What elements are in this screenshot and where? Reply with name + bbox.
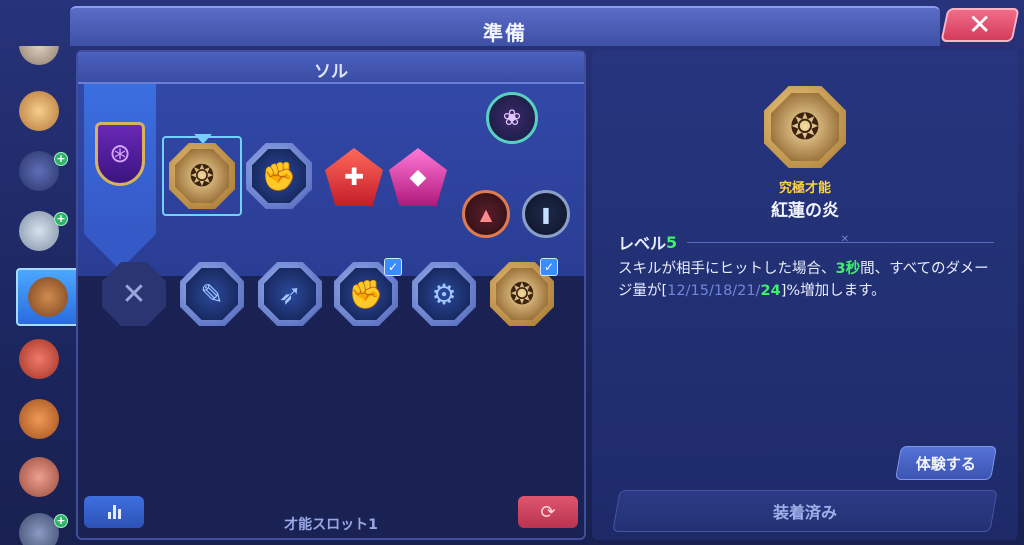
stats-button[interactable] bbox=[84, 496, 144, 528]
red-gem-icon: ✚ bbox=[343, 163, 365, 191]
talent-icon: ✊ bbox=[340, 268, 392, 320]
inventory-talent[interactable]: ⚙ 1 bbox=[412, 262, 476, 326]
upgrade-badge: + bbox=[54, 152, 68, 166]
talent-level: 5 bbox=[547, 309, 560, 330]
hero-avatar[interactable] bbox=[14, 334, 64, 384]
talent-detail-icon: ❂ bbox=[764, 86, 846, 168]
talent-level: 1 bbox=[469, 309, 482, 330]
inventory-talent[interactable]: ✎ 1 bbox=[180, 262, 244, 326]
hero-avatar[interactable]: + bbox=[14, 206, 68, 256]
pink-gem-icon: ◆ bbox=[409, 164, 427, 190]
equipped-button[interactable]: 装着済み bbox=[612, 490, 998, 532]
level-value: 5 bbox=[666, 232, 678, 252]
hero-name-header: ソル bbox=[78, 52, 584, 84]
talent-icon: ✎ bbox=[186, 268, 238, 320]
checked-icon: ✓ bbox=[384, 258, 402, 276]
unequip-button[interactable]: ✕ bbox=[102, 262, 166, 326]
level-row: レベル 5 bbox=[618, 232, 994, 253]
equipped-fist-talent[interactable]: ✊ 5 bbox=[246, 143, 312, 209]
bar-chart-icon bbox=[107, 505, 121, 519]
talent-level: 1 bbox=[315, 309, 328, 330]
talent-detail-panel: ❂ 究極才能 紅蓮の炎 レベル 5 スキルが相手にヒットした場合、3秒間、すべて… bbox=[592, 50, 1018, 540]
hero-avatar[interactable] bbox=[14, 46, 64, 70]
talent-rarity: 究極才能 bbox=[778, 181, 831, 196]
talent-level: 5 bbox=[376, 189, 389, 210]
equipped-red-gem[interactable]: ✚ 5 bbox=[325, 148, 383, 206]
hero-avatar-selected[interactable] bbox=[16, 268, 76, 326]
talent-level: 5 bbox=[305, 192, 318, 213]
refresh-icon: ⟳ bbox=[540, 501, 556, 523]
lotus-rune-icon[interactable]: ❀ bbox=[486, 92, 538, 144]
talent-loadout-panel: ソル ⊛ ❂ 5 ✊ 5 ✚ 5 ◆ 5 ❀ ▲ ❚ ✕ ✎ 1 ➶ 1 ✊ 5… bbox=[76, 50, 586, 540]
checked-icon: ✓ bbox=[540, 258, 558, 276]
talent-level: 1 bbox=[237, 309, 250, 330]
equipped-talents: ⊛ ❂ 5 ✊ 5 ✚ 5 ◆ 5 ❀ ▲ ❚ bbox=[78, 84, 584, 276]
core-slot[interactable]: ⊛ bbox=[84, 84, 156, 270]
talent-icon: ❂ bbox=[496, 268, 548, 320]
hero-avatar[interactable] bbox=[14, 394, 64, 444]
try-button[interactable]: 体験する bbox=[895, 446, 997, 480]
talent-level: 5 bbox=[391, 309, 404, 330]
talent-level: 5 bbox=[440, 189, 453, 210]
fire-talent-icon: ❂ bbox=[771, 93, 839, 161]
upgrade-badge: + bbox=[54, 514, 68, 528]
hero-name: ソル bbox=[314, 62, 348, 82]
fire-talent-icon: ❂ bbox=[175, 149, 229, 203]
page-title: 準備 bbox=[483, 21, 527, 45]
talent-icon: ➶ bbox=[264, 268, 316, 320]
slot-label: 才能スロット1 bbox=[284, 517, 378, 533]
talent-name: 紅蓮の炎 bbox=[771, 201, 839, 221]
remove-icon: ✕ bbox=[121, 276, 147, 312]
hero-avatar[interactable] bbox=[14, 452, 64, 502]
triangle-rune-icon[interactable]: ▲ bbox=[462, 190, 510, 238]
talent-description: スキルが相手にヒットした場合、3秒間、すべてのダメージ量が[12/15/18/2… bbox=[618, 261, 989, 299]
divider bbox=[687, 234, 994, 245]
inventory-talent[interactable]: ➶ 1 bbox=[258, 262, 322, 326]
title-bar: 準備 bbox=[70, 6, 940, 46]
hero-avatar[interactable] bbox=[14, 86, 64, 136]
emblem-shield-icon: ⊛ bbox=[95, 122, 145, 186]
hero-rail[interactable]: + + + bbox=[6, 46, 76, 545]
upgrade-badge: + bbox=[54, 212, 68, 226]
wing-rune-icon[interactable]: ❚ bbox=[522, 190, 570, 238]
fist-talent-icon: ✊ bbox=[252, 149, 306, 203]
close-icon: ✕ bbox=[968, 8, 992, 41]
hero-avatar[interactable]: + bbox=[14, 146, 68, 196]
level-label: レベル bbox=[618, 234, 667, 253]
equipped-pink-gem[interactable]: ◆ 5 bbox=[389, 148, 447, 206]
swap-slot-button[interactable]: ⟳ bbox=[518, 496, 578, 528]
close-button[interactable]: ✕ bbox=[940, 8, 1020, 42]
hero-avatar[interactable]: + bbox=[14, 508, 68, 545]
talent-icon: ⚙ bbox=[418, 268, 470, 320]
